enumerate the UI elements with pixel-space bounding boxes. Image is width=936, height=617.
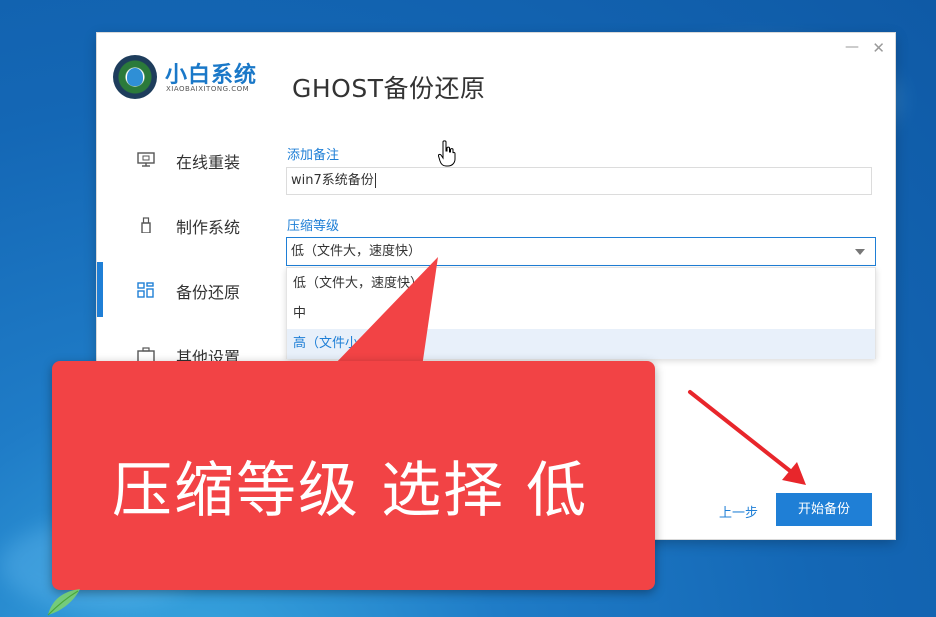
callout-pointer (332, 257, 438, 367)
monitor-icon (137, 152, 155, 167)
usb-icon (141, 217, 151, 233)
note-input-value: win7系统备份 (291, 173, 374, 188)
note-label: 添加备注 (287, 148, 340, 163)
note-input[interactable]: win7系统备份 (286, 167, 872, 195)
minimize-icon[interactable]: — (845, 39, 859, 55)
sidebar-item-label: 制作系统 (176, 218, 241, 237)
close-icon[interactable]: ✕ (872, 39, 885, 57)
chevron-down-icon (855, 249, 865, 255)
start-backup-button[interactable]: 开始备份 (776, 493, 872, 526)
prev-step-button[interactable]: 上一步 (719, 502, 758, 521)
compression-level-label: 压缩等级 (287, 219, 340, 234)
logo-icon (113, 55, 157, 99)
sidebar-item-make-system[interactable]: 制作系统 (97, 205, 267, 245)
brand-subtitle: XIAOBAIXITONG.COM (166, 85, 250, 93)
callout-text: 压缩等级 选择 低 (112, 456, 589, 526)
sidebar-item-backup-restore[interactable]: 备份还原 (97, 270, 267, 310)
red-arrow-icon (688, 390, 806, 485)
sidebar-item-label: 在线重装 (176, 153, 241, 172)
hand-cursor-icon (438, 140, 456, 167)
sidebar-item-label: 备份还原 (176, 283, 241, 302)
leaf-icon (47, 589, 80, 616)
page-title: GHOST备份还原 (292, 74, 486, 103)
sidebar-item-online-reinstall[interactable]: 在线重装 (97, 140, 267, 180)
grid-icon (137, 282, 154, 298)
